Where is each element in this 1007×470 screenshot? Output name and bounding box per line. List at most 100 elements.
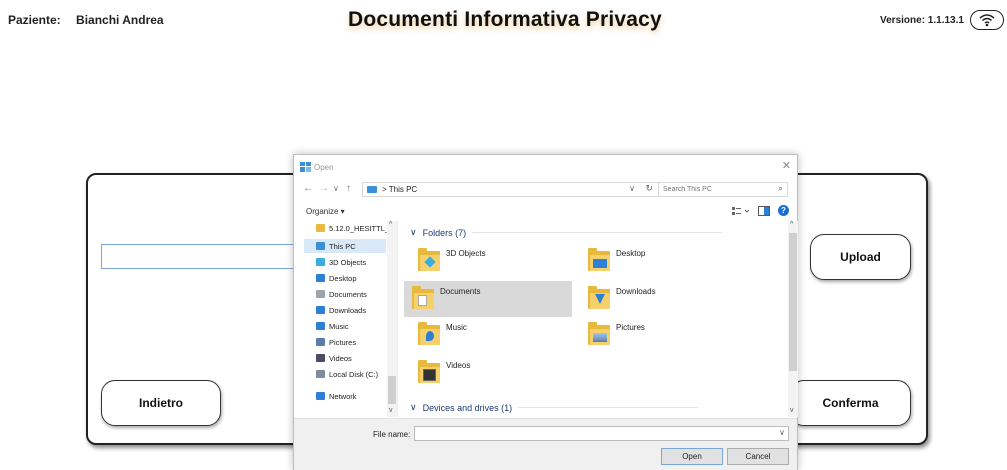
address-row: ← → ∨ ↑ > This PC ∨ ↻ ⌕ [294, 179, 797, 201]
folder-3d-objects[interactable]: 3D Objects [410, 243, 578, 279]
drive-icon [316, 370, 325, 378]
scroll-down-icon[interactable]: v [389, 407, 393, 414]
navigation-scrollbar[interactable]: ^ v [387, 221, 397, 417]
scroll-up-icon[interactable]: ^ [790, 221, 793, 228]
drives-group-label: Devices and drives (1) [422, 402, 513, 413]
version-label: Versione: 1.1.13.1 [880, 15, 964, 26]
folder-music[interactable]: Music [410, 317, 578, 353]
music-icon [316, 322, 325, 330]
file-name-dropdown-icon[interactable]: ∨ [779, 428, 785, 437]
music-folder-icon [418, 321, 440, 347]
open-file-dialog: Open ✕ ← → ∨ ↑ > This PC ∨ ↻ ⌕ Organize … [293, 154, 798, 470]
folder-icon [316, 224, 325, 232]
scroll-thumb[interactable] [388, 376, 396, 404]
confirm-button[interactable]: Conferma [790, 380, 911, 426]
search-icon: ⌕ [777, 183, 783, 193]
folder-pictures[interactable]: Pictures [580, 317, 748, 353]
computer-icon [367, 186, 377, 193]
collapse-icon: ∨ [410, 402, 417, 412]
videos-folder-icon [418, 359, 440, 385]
recent-locations-icon[interactable]: ∨ [333, 184, 339, 193]
nav-item-videos[interactable]: Videos [316, 351, 352, 365]
navigation-pane: 5.12.0_HESITTL_1 This PC 3D Objects Desktop… [294, 221, 398, 417]
refresh-icon[interactable]: ↻ [645, 183, 653, 194]
nav-item-label: Pictures [329, 337, 357, 347]
drives-group-header[interactable]: ∨ Devices and drives (1) [410, 402, 699, 413]
nav-item-label: Music [329, 321, 349, 331]
preview-pane-icon[interactable] [758, 205, 770, 216]
folder-desktop[interactable]: Desktop [580, 243, 748, 279]
desktop-folder-icon [588, 247, 610, 273]
selected-file-input[interactable] [101, 244, 301, 269]
video-icon [316, 354, 325, 362]
back-button[interactable]: Indietro [101, 380, 221, 426]
desktop-icon [316, 274, 325, 282]
dialog-footer: File name: ∨ Open Cancel [294, 418, 797, 470]
pictures-folder-icon [588, 321, 610, 347]
forward-arrow-icon[interactable]: → [319, 183, 329, 194]
scroll-thumb[interactable] [789, 233, 797, 371]
scroll-up-icon[interactable]: ^ [389, 221, 392, 228]
app-icon [300, 162, 311, 172]
folder-label: Pictures [616, 323, 645, 332]
organize-menu[interactable]: Organize ▾ [306, 207, 345, 216]
upload-button[interactable]: Upload [810, 234, 911, 280]
breadcrumb-separator: > [382, 185, 389, 194]
folder-label: Downloads [616, 287, 656, 296]
content-scrollbar[interactable]: ^ v [788, 221, 798, 417]
folders-group-label: Folders (7) [422, 227, 467, 238]
dialog-title: Open [314, 163, 334, 172]
nav-item-music[interactable]: Music [316, 319, 349, 333]
folder-label: 3D Objects [446, 249, 486, 258]
help-icon[interactable]: ? [778, 205, 789, 216]
network-icon [316, 392, 325, 400]
nav-item-label: Documents [329, 289, 367, 299]
nav-item-label: 5.12.0_HESITTL_1 [329, 223, 394, 233]
address-bar[interactable]: > This PC ∨ ↻ [362, 182, 662, 197]
open-button[interactable]: Open [661, 448, 723, 465]
cancel-button[interactable]: Cancel [727, 448, 789, 465]
nav-item-local-disk-c[interactable]: Local Disk (C:) [316, 367, 378, 381]
document-icon [316, 290, 325, 298]
connection-status[interactable] [970, 10, 1004, 30]
file-name-field[interactable]: ∨ [414, 426, 789, 441]
folder-videos[interactable]: Videos [410, 355, 578, 391]
search-box[interactable]: ⌕ [658, 182, 788, 197]
nav-item-desktop[interactable]: Desktop [316, 271, 357, 285]
nav-item-label: This PC [329, 241, 356, 251]
nav-item-documents[interactable]: Documents [316, 287, 367, 301]
close-icon[interactable]: ✕ [782, 159, 791, 172]
file-name-input[interactable] [418, 428, 768, 439]
download-icon [316, 306, 325, 314]
scroll-down-icon[interactable]: v [790, 407, 794, 414]
search-input[interactable] [663, 184, 771, 195]
nav-item-this-pc[interactable]: This PC [304, 239, 386, 253]
folder-label: Music [446, 323, 467, 332]
downloads-folder-icon [588, 285, 610, 311]
nav-item-downloads[interactable]: Downloads [316, 303, 366, 317]
folders-group-header[interactable]: ∨ Folders (7) [410, 227, 723, 238]
nav-item-network[interactable]: Network [316, 389, 357, 403]
nav-item-pictures[interactable]: Pictures [316, 335, 356, 349]
back-arrow-icon[interactable]: ← [303, 183, 313, 194]
nav-item-label: Desktop [329, 273, 357, 283]
computer-icon [316, 242, 325, 250]
cube-icon [316, 258, 325, 266]
dialog-title-bar: Open ✕ [294, 155, 797, 179]
view-options-icon[interactable] [732, 206, 750, 216]
nav-item-label: Network [329, 391, 357, 401]
nav-item-5-12-0-hesittl-1[interactable]: 5.12.0_HESITTL_1 [316, 221, 393, 235]
wifi-icon [979, 14, 995, 27]
nav-item-label: Local Disk (C:) [329, 369, 379, 379]
folder-label: Documents [440, 287, 481, 296]
folder-content: ∨ Folders (7) ∨ Devices and drives (1) 3… [400, 221, 785, 417]
breadcrumb-this-pc[interactable]: This PC [389, 185, 417, 194]
up-arrow-icon[interactable]: ↑ [346, 183, 351, 194]
patient-name: Bianchi Andrea [76, 13, 164, 27]
folder-documents[interactable]: Documents [404, 281, 572, 317]
nav-item-label: 3D Objects [329, 257, 367, 267]
file-name-label: File name: [373, 430, 411, 439]
address-dropdown-icon[interactable]: ∨ [629, 184, 635, 193]
folder-downloads[interactable]: Downloads [580, 281, 748, 317]
nav-item-3d-objects[interactable]: 3D Objects [316, 255, 366, 269]
